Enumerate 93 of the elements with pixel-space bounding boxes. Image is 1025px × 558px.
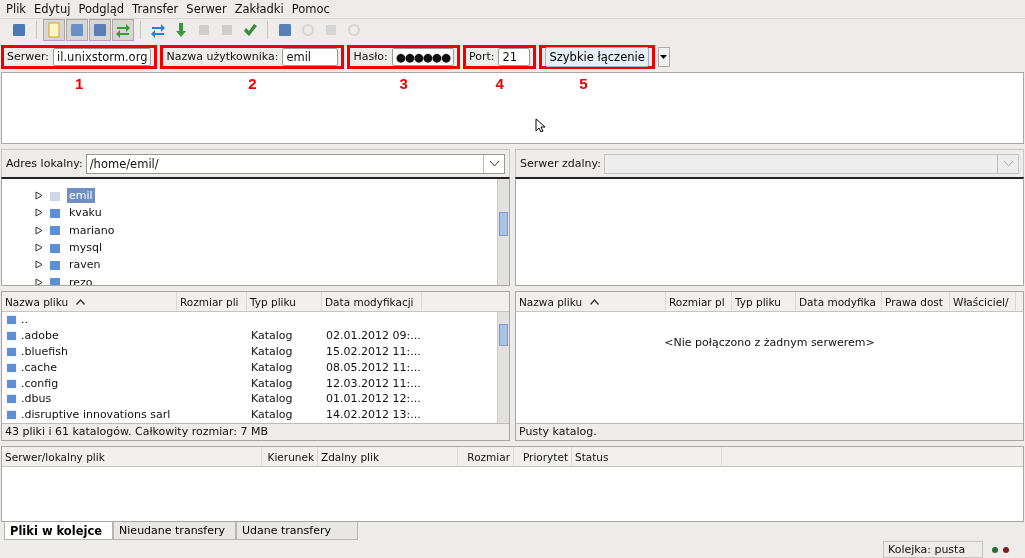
annotation-number: 3 xyxy=(399,74,408,92)
column-header[interactable]: Data modyfika xyxy=(796,292,882,311)
sort-icon xyxy=(590,298,600,305)
status-text: 43 pliki i 61 katalogów. Całkowity rozmiar: 7 MB xyxy=(2,423,509,440)
table-cell: Katalog xyxy=(251,360,293,374)
scrollbar[interactable] xyxy=(497,312,509,423)
table-cell: 08.05.2012 11:... xyxy=(326,360,421,374)
caret-icon xyxy=(660,54,668,59)
column-header[interactable]: Kierunek xyxy=(262,447,318,466)
scrollbar[interactable] xyxy=(497,179,509,285)
tree-item[interactable]: mysql xyxy=(67,240,104,256)
tree-item[interactable]: kvaku xyxy=(67,205,104,221)
column-header[interactable]: Rozmiar pli xyxy=(177,292,247,311)
menu-item[interactable]: Edytuj xyxy=(30,1,75,16)
field-label: Nazwa użytkownika: xyxy=(166,50,279,64)
address-label: Serwer zdalny: xyxy=(520,157,601,170)
toolbar-button[interactable] xyxy=(43,19,65,42)
toolbar-button[interactable] xyxy=(112,19,134,42)
address-field[interactable]: /home/emil/ xyxy=(85,153,505,174)
column-header[interactable]: Prawa dost xyxy=(882,292,950,311)
column-header[interactable]: Typ pliku xyxy=(247,292,322,311)
column-header[interactable]: Nazwa pliku xyxy=(2,292,177,311)
table-cell: 02.01.2012 09:... xyxy=(326,329,421,343)
table-cell: 14.02.2012 13:... xyxy=(326,408,421,422)
password-field[interactable]: ●●●●●● xyxy=(391,47,454,66)
mouse-pointer-icon xyxy=(535,117,545,133)
column-header[interactable]: Rozmiar pl xyxy=(666,292,732,311)
address-label: Adres lokalny: xyxy=(6,157,83,170)
toolbar-button[interactable] xyxy=(89,19,111,42)
input-field[interactable]: il.unixstorm.org xyxy=(53,47,152,66)
table-cell: Katalog xyxy=(251,345,293,358)
file-name[interactable]: .adobe xyxy=(21,329,59,343)
column-header[interactable]: Rozmiar xyxy=(458,447,514,466)
tree-item[interactable]: rezo xyxy=(67,274,95,285)
tab[interactable]: Udane transfery xyxy=(236,522,358,541)
chevron-icon xyxy=(1003,161,1013,166)
menu-item[interactable]: Serwer xyxy=(182,1,231,16)
folder-icon xyxy=(6,314,17,326)
menu-item[interactable]: Zakładki xyxy=(230,1,288,16)
file-name[interactable]: .disruptive innovations sarl xyxy=(21,408,171,422)
tree-item[interactable]: mariano xyxy=(67,222,117,238)
file-name[interactable]: .config xyxy=(21,376,59,390)
annotation-number: 2 xyxy=(248,74,257,92)
table-cell: Katalog xyxy=(251,376,293,390)
table-cell: 15.02.2012 11:... xyxy=(326,345,421,358)
menu-item[interactable]: Plik xyxy=(2,1,30,16)
empty-message: <Nie połączono z żadnym serwerem> xyxy=(664,336,875,349)
folder-icon xyxy=(6,377,17,389)
tree-item[interactable]: raven xyxy=(67,257,103,273)
input-field[interactable]: emil xyxy=(282,47,339,66)
folder-icon xyxy=(6,346,17,357)
sort-icon xyxy=(76,298,86,305)
column-header[interactable]: Nazwa pliku xyxy=(516,292,666,311)
annotation-number: 4 xyxy=(495,74,504,92)
annotation-number: 5 xyxy=(579,74,588,92)
dropdown-button[interactable] xyxy=(657,46,670,67)
file-name[interactable]: .dbus xyxy=(21,392,52,406)
table-cell: Katalog xyxy=(251,392,293,406)
field-label: Hasło: xyxy=(353,50,388,64)
quickconnect-button[interactable]: Szybkie łączenie xyxy=(545,46,649,67)
column-header[interactable]: Data modyfikacji xyxy=(322,292,422,311)
refresh-icon xyxy=(150,22,166,39)
folder-icon xyxy=(6,393,17,405)
status-text: Pusty katalog. xyxy=(516,423,1023,440)
folder-icon xyxy=(6,330,17,342)
table-cell: Katalog xyxy=(251,329,293,343)
file-name[interactable]: .cache xyxy=(21,360,58,374)
chevron-icon xyxy=(489,161,499,166)
column-header[interactable]: Typ pliku xyxy=(732,292,796,311)
folder-icon xyxy=(6,409,17,421)
folder-icon xyxy=(6,361,17,373)
queue-status: Kolejka: pusta xyxy=(883,541,983,558)
column-header[interactable]: Priorytet xyxy=(514,447,572,466)
address-field[interactable] xyxy=(604,153,1019,174)
input-field[interactable]: 21 xyxy=(498,47,531,66)
tab[interactable]: Nieudane transfery xyxy=(113,522,236,541)
column-header[interactable]: Właściciel/ xyxy=(950,292,1016,311)
table-cell: 01.01.2012 12:... xyxy=(326,392,421,406)
column-header[interactable]: Zdalny plik xyxy=(318,447,458,466)
table-cell: Katalog xyxy=(251,408,293,422)
menu-item[interactable]: Podgląd xyxy=(74,1,129,16)
table-cell: 12.03.2012 11:... xyxy=(326,376,421,390)
menu-item[interactable]: Pomoc xyxy=(287,1,334,16)
field-label: Serwer: xyxy=(7,50,50,64)
field-label: Port: xyxy=(468,50,495,64)
column-header[interactable]: Serwer/lokalny plik xyxy=(2,447,262,466)
annotation-number: 1 xyxy=(75,74,84,92)
column-header[interactable]: Status xyxy=(572,447,722,466)
toolbar-button[interactable] xyxy=(66,19,88,42)
file-name[interactable]: .. xyxy=(21,313,28,327)
file-name[interactable]: .bluefish xyxy=(21,345,68,358)
tab[interactable]: Pliki w kolejce xyxy=(4,522,114,541)
menu-item[interactable]: Transfer xyxy=(128,1,183,16)
